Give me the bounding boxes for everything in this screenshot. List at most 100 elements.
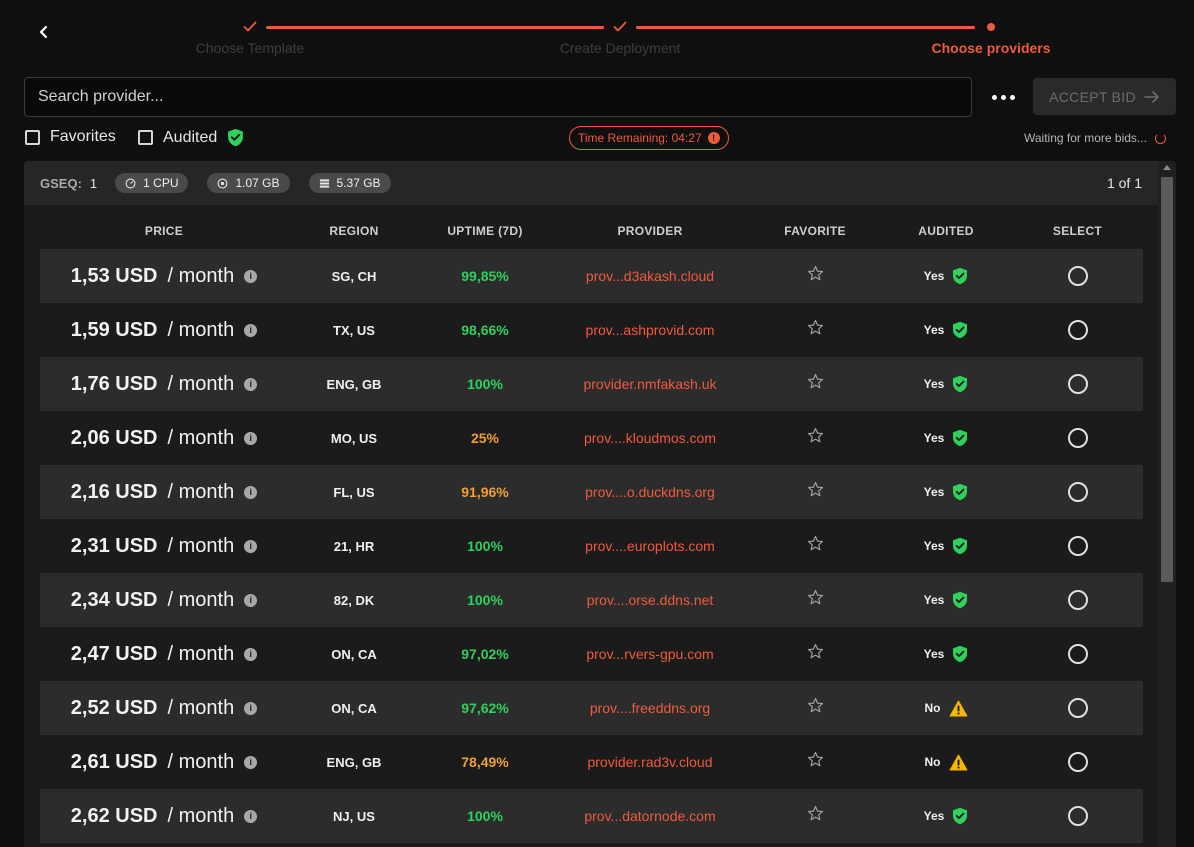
favorite-button[interactable] bbox=[807, 589, 824, 611]
info-icon[interactable]: i bbox=[244, 485, 258, 499]
table-row[interactable]: 2,06 USD / month i MO, US 25% prov....kloudmo… bbox=[40, 411, 1143, 465]
provider-link[interactable]: provider.nmfakash.uk bbox=[583, 376, 716, 392]
provider-link[interactable]: prov....freeddns.org bbox=[590, 700, 710, 716]
info-icon[interactable]: i bbox=[244, 755, 258, 769]
audited-status: Yes bbox=[924, 321, 969, 339]
audited-checkbox[interactable] bbox=[138, 130, 153, 145]
region-cell: TX, US bbox=[288, 323, 420, 338]
provider-cell: prov...ashprovid.com bbox=[550, 322, 750, 338]
step-choose-providers[interactable]: Choose providers bbox=[916, 18, 1066, 56]
select-radio[interactable] bbox=[1067, 752, 1088, 772]
accept-bid-button[interactable]: ACCEPT BID bbox=[1033, 78, 1176, 115]
select-radio[interactable] bbox=[1067, 698, 1088, 718]
provider-cell: prov....europlots.com bbox=[550, 538, 750, 554]
table-row[interactable]: 2,47 USD / month i ON, CA 97,02% prov...rvers… bbox=[40, 627, 1143, 681]
uptime-cell: 100% bbox=[420, 376, 550, 392]
audited-status: Yes bbox=[924, 591, 969, 609]
storage-icon bbox=[319, 178, 329, 188]
select-radio[interactable] bbox=[1067, 320, 1088, 340]
table-row[interactable]: 1,53 USD / month i SG, CH 99,85% prov...d3aka… bbox=[40, 249, 1143, 303]
provider-link[interactable]: prov...d3akash.cloud bbox=[586, 268, 714, 284]
favorites-filter[interactable]: Favorites bbox=[25, 128, 116, 146]
favorite-button[interactable] bbox=[807, 427, 824, 449]
step-create-deployment[interactable]: Create Deployment bbox=[540, 18, 700, 56]
table-row[interactable]: 2,16 USD / month i FL, US 91,96% prov....o.du… bbox=[40, 465, 1143, 519]
uptime: 100% bbox=[467, 538, 503, 554]
price: 2,52 USD / month i bbox=[71, 697, 258, 720]
info-icon[interactable]: i bbox=[244, 701, 258, 715]
provider-link[interactable]: provider.rad3v.cloud bbox=[587, 754, 712, 770]
search-input[interactable] bbox=[38, 88, 958, 106]
provider-link[interactable]: prov....orse.ddns.net bbox=[587, 592, 714, 608]
shield-check-icon bbox=[953, 645, 968, 663]
group-header: GSEQ: 1 1 CPU 1.07 GB 5.37 GB 1 of 1 bbox=[24, 161, 1158, 205]
price-cell: 2,06 USD / month i bbox=[40, 427, 288, 450]
select-radio[interactable] bbox=[1067, 806, 1088, 826]
favorite-button[interactable] bbox=[807, 751, 824, 773]
table-row[interactable]: 2,31 USD / month i 21, HR 100% prov....europl… bbox=[40, 519, 1143, 573]
info-icon[interactable]: i bbox=[244, 809, 258, 823]
header-region: REGION bbox=[329, 224, 379, 238]
provider-link[interactable]: prov...ashprovid.com bbox=[586, 322, 715, 338]
favorite-button[interactable] bbox=[807, 319, 824, 341]
select-radio[interactable] bbox=[1067, 644, 1088, 664]
provider-cell: provider.nmfakash.uk bbox=[550, 376, 750, 392]
table-row[interactable]: 2,52 USD / month i ON, CA 97,62% prov....free… bbox=[40, 681, 1143, 735]
select-radio[interactable] bbox=[1067, 590, 1088, 610]
provider-link[interactable]: prov...datornode.com bbox=[584, 808, 715, 824]
info-icon[interactable]: i bbox=[244, 431, 258, 445]
favorites-checkbox[interactable] bbox=[25, 129, 40, 145]
info-icon[interactable]: ! bbox=[707, 132, 720, 144]
favorite-button[interactable] bbox=[807, 805, 824, 827]
provider-link[interactable]: prov....kloudmos.com bbox=[584, 430, 716, 446]
audited-text: No bbox=[924, 701, 941, 715]
favorite-button[interactable] bbox=[807, 265, 824, 287]
audited-status: Yes bbox=[924, 429, 969, 447]
favorite-button[interactable] bbox=[807, 373, 824, 395]
favorite-button[interactable] bbox=[807, 643, 824, 665]
favorite-cell bbox=[750, 265, 880, 287]
star-icon bbox=[807, 805, 823, 821]
provider-link[interactable]: prov....europlots.com bbox=[585, 538, 715, 554]
info-icon[interactable]: i bbox=[244, 269, 258, 283]
provider-link[interactable]: prov...rvers-gpu.com bbox=[586, 646, 713, 662]
scrollbar[interactable] bbox=[1158, 161, 1176, 847]
shield-check-icon bbox=[953, 591, 968, 609]
favorite-button[interactable] bbox=[807, 535, 824, 557]
cpu-chip: 1 CPU bbox=[115, 173, 189, 193]
favorite-cell bbox=[750, 805, 880, 827]
select-radio[interactable] bbox=[1067, 374, 1088, 394]
select-radio[interactable] bbox=[1067, 266, 1088, 286]
select-radio[interactable] bbox=[1067, 428, 1088, 448]
audited-status: Yes bbox=[924, 375, 969, 393]
select-radio[interactable] bbox=[1067, 536, 1088, 556]
info-icon[interactable]: i bbox=[244, 647, 258, 661]
select-cell bbox=[1012, 698, 1143, 718]
info-icon[interactable]: i bbox=[244, 377, 258, 391]
uptime: 91,96% bbox=[461, 484, 509, 500]
info-icon[interactable]: i bbox=[244, 593, 258, 607]
table-row[interactable]: 2,34 USD / month i 82, DK 100% prov....orse.d… bbox=[40, 573, 1143, 627]
table-row[interactable]: 1,76 USD / month i ENG, GB 100% provider.nmfa… bbox=[40, 357, 1143, 411]
scrollbar-thumb[interactable] bbox=[1161, 177, 1173, 582]
header-favorite: FAVORITE bbox=[784, 224, 846, 238]
table-row[interactable]: 1,59 USD / month i TX, US 98,66% prov...ashpr… bbox=[40, 303, 1143, 357]
step-choose-template[interactable]: Choose Template bbox=[180, 18, 320, 56]
table-row[interactable]: 2,62 USD / month i NJ, US 100% prov...datorno… bbox=[40, 789, 1143, 843]
select-cell bbox=[1012, 266, 1143, 286]
region: MO, US bbox=[330, 430, 378, 446]
shield-check-icon bbox=[953, 267, 968, 285]
provider-cell: prov...rvers-gpu.com bbox=[550, 646, 750, 662]
provider-link[interactable]: prov....o.duckdns.org bbox=[585, 484, 715, 500]
scroll-up-icon[interactable] bbox=[1163, 165, 1171, 170]
audited-filter[interactable]: Audited bbox=[138, 128, 244, 147]
info-icon[interactable]: i bbox=[244, 323, 258, 337]
favorite-button[interactable] bbox=[807, 697, 824, 719]
info-icon[interactable]: i bbox=[244, 539, 258, 553]
select-radio[interactable] bbox=[1067, 482, 1088, 502]
table-row[interactable]: 2,61 USD / month i ENG, GB 78,49% provider.ra… bbox=[40, 735, 1143, 789]
favorite-button[interactable] bbox=[807, 481, 824, 503]
audited-cell: Yes bbox=[880, 321, 1012, 339]
price-value: 2,16 USD bbox=[70, 480, 158, 503]
more-options-button[interactable] bbox=[986, 84, 1020, 110]
